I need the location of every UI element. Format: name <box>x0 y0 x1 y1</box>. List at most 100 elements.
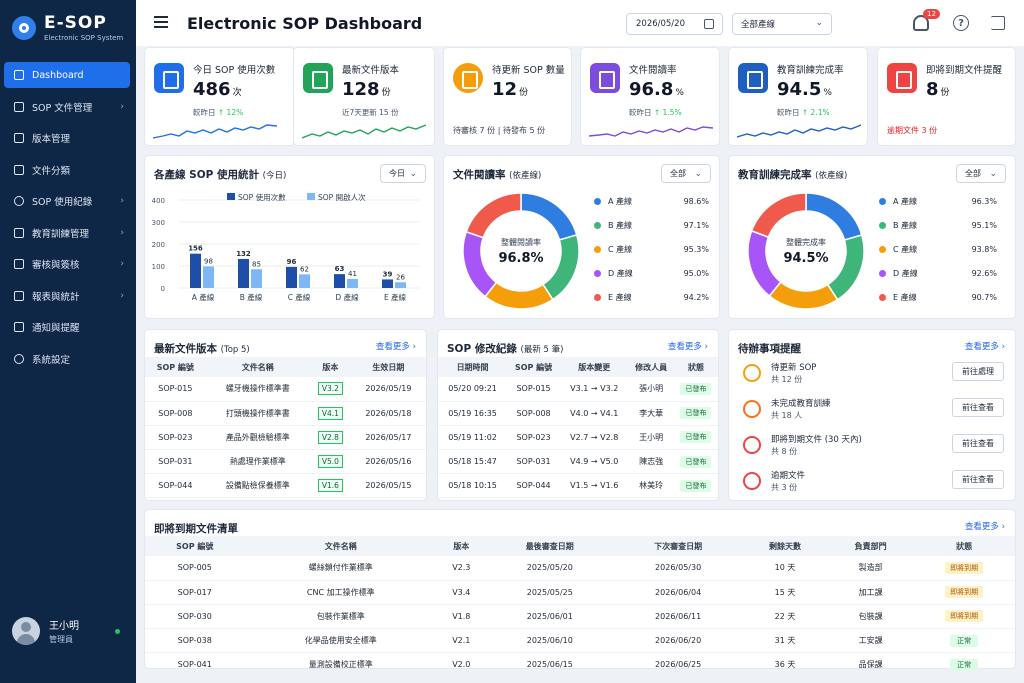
cell-text: SOP-031 <box>516 457 551 467</box>
cell-text: 2026/06/04 <box>655 587 702 597</box>
table-row[interactable]: 05/20 09:21 SOP-015 V3.1 → V3.2 張小明 已發布 <box>438 377 718 402</box>
todo-action-button[interactable]: 前往查看 <box>952 434 1004 453</box>
date-picker[interactable]: 2026/05/20 <box>626 13 723 35</box>
legend-swatch <box>307 193 315 200</box>
table-cell: 2026/05/15 <box>350 473 426 499</box>
donut-slice <box>520 192 578 241</box>
table-cell: SOP-044 <box>507 473 560 499</box>
status-badge: 即將到期 <box>945 586 984 599</box>
cell-text: 10 天 <box>774 563 796 573</box>
kpi-number: 94.5 <box>777 79 822 100</box>
table-cell: 2026/05/16 <box>350 449 426 475</box>
logout-icon[interactable] <box>991 16 1005 30</box>
table-row[interactable]: SOP-005 螺絲鎖付作業標準 V2.3 2025/05/20 2026/05/30 1… <box>145 556 1015 581</box>
kpi-note: 待審核 7 份 | 待發布 5 份 <box>453 126 546 135</box>
table-row[interactable]: SOP-030 包裝作業標準 V1.8 2025/06/01 2026/06/11 22 … <box>145 604 1015 630</box>
table-row[interactable]: SOP-038 化學品使用安全標準 V2.1 2025/06/10 2026/06/20… <box>145 628 1015 654</box>
table-cell: 05/18 10:15 <box>438 473 508 499</box>
table-cell: 李大華 <box>628 401 674 426</box>
sidebar-item-usage-log[interactable]: SOP 使用紀錄 › <box>4 188 130 214</box>
chevron-right-icon: › <box>120 290 124 301</box>
table-row[interactable]: 05/18 15:47 SOP-031 V4.9 → V5.0 陳志強 已發布 <box>438 449 718 475</box>
notification-badge: 12 <box>923 9 940 19</box>
menu-icon[interactable] <box>154 16 168 28</box>
legend-dot <box>594 246 601 253</box>
legend-label: E 產線 <box>893 293 917 302</box>
version-badge: V2.8 <box>317 430 343 444</box>
todo-count: 共 8 份 <box>771 447 798 456</box>
table-row[interactable]: SOP-023 產品外觀檢驗標準 V2.8 2026/05/17 <box>145 425 426 451</box>
user-profile[interactable]: 王小明 管理員 <box>12 617 124 645</box>
todo-count: 共 3 份 <box>771 483 798 492</box>
todo-action-button[interactable]: 前往處理 <box>952 362 1004 381</box>
kpi-number: 12 <box>492 79 518 100</box>
kpi-trend: ↑ 1.5% <box>653 108 682 117</box>
cell-text: 2026/05/17 <box>365 432 412 442</box>
read-rate-select[interactable]: 全部 ⌄ <box>661 164 711 183</box>
expiring-more-link[interactable]: 查看更多 › <box>965 520 1005 532</box>
table-cell: SOP-038 <box>145 628 245 654</box>
legend-item: E 產線 94.2% <box>594 292 709 303</box>
kpi-title: 今日 SOP 使用次數 <box>193 65 276 76</box>
sidebar-item-notifications[interactable]: 通知與提醒 <box>4 314 130 340</box>
table-cell: SOP-017 <box>145 580 245 605</box>
sidebar-item-category[interactable]: 文件分類 <box>4 157 130 183</box>
sidebar-item-reports[interactable]: 報表與統計 › <box>4 283 130 309</box>
cell-text: 2026/05/30 <box>655 563 702 573</box>
chevron-right-icon: › <box>120 196 124 206</box>
expiring-table: SOP 編號 文件名稱 版本 最後審查日期 下次審查日期 剩餘天數 負責部門 狀態 SOP-00… <box>145 536 1015 678</box>
legend-swatch <box>227 193 235 200</box>
y-tick-label: 200 <box>152 241 165 249</box>
cell-text: SOP-008 <box>158 408 193 418</box>
legend-value: 94.2% <box>683 293 709 302</box>
legend-value: 95.0% <box>683 269 709 278</box>
latest-versions-more-link[interactable]: 查看更多 › <box>376 340 416 352</box>
usage-range-select[interactable]: 今日 ⌄ <box>380 164 426 183</box>
sidebar-item-label: Dashboard <box>32 69 84 81</box>
sidebar-item-label: SOP 文件管理 <box>32 102 93 114</box>
legend-label: B 產線 <box>608 221 633 230</box>
help-icon[interactable]: ? <box>953 15 969 31</box>
table-row[interactable]: SOP-017 CNC 加工操作標準 V3.4 2025/05/25 2026/06/0… <box>145 580 1015 605</box>
sidebar-item-version[interactable]: 版本管理 <box>4 125 130 151</box>
table-cell: 陳志強 <box>628 449 674 475</box>
kpi-sub-label: 較昨日 <box>629 108 652 117</box>
kpi-title: 待更新 SOP 數量 <box>492 65 565 76</box>
cell-text: 05/20 09:21 <box>448 384 497 394</box>
table-row[interactable]: SOP-015 螺牙機操作標準書 V3.2 2026/05/19 <box>145 377 426 402</box>
top-bar: Electronic SOP Dashboard 2026/05/20 全部產線… <box>136 0 1024 46</box>
table-row[interactable]: 05/18 10:15 SOP-044 V1.5 → V1.6 林美玲 已發布 <box>438 473 718 499</box>
table-cell: V1.5 → V1.6 <box>560 473 629 499</box>
checklist-icon <box>14 259 24 269</box>
table-row[interactable]: SOP-041 量測設備校正標準 V2.0 2025/06/15 2026/06/25 3… <box>145 652 1015 678</box>
status-badge: 即將到期 <box>945 610 984 623</box>
cell-text: 螺牙機操作標準書 <box>225 384 290 394</box>
table-row[interactable]: SOP-044 設備點檢保養標準 V1.6 2026/05/15 <box>145 473 426 499</box>
todo-action-button[interactable]: 前往查看 <box>952 470 1004 489</box>
table-cell: 22 天 <box>742 604 828 630</box>
sidebar-item-training[interactable]: 教育訓練管理 › <box>4 220 130 246</box>
table-cell: 打頭機操作標準書 <box>205 401 310 426</box>
sidebar-item-sop-documents[interactable]: SOP 文件管理 › <box>4 94 130 120</box>
sidebar-item-dashboard[interactable]: Dashboard <box>4 62 130 88</box>
todos-more-link[interactable]: 查看更多 › <box>965 340 1005 352</box>
cell-text: 2026/06/20 <box>655 636 702 646</box>
kpi-sub: 近7天更新 15 份 <box>342 108 399 117</box>
sidebar-item-settings[interactable]: 系統設定 <box>4 346 130 372</box>
changes-title: SOP 修改紀錄 (最新 5 筆) <box>447 341 563 356</box>
table-row[interactable]: SOP-008 打頭機操作標準書 V4.1 2026/05/18 <box>145 401 426 426</box>
table-cell: SOP-041 <box>145 652 245 678</box>
todo-title: 即將到期文件 (30 天內) <box>771 435 862 445</box>
legend-dot <box>594 222 601 229</box>
chevron-down-icon: ⌄ <box>989 169 997 179</box>
todo-action-button[interactable]: 前往查看 <box>952 398 1004 417</box>
table-row[interactable]: 05/19 16:35 SOP-008 V4.0 → V4.1 李大華 已發布 <box>438 401 718 426</box>
bar <box>347 278 358 288</box>
status-badge: 已發布 <box>680 479 712 492</box>
line-select[interactable]: 全部產線 ⌄ <box>732 13 832 35</box>
training-rate-select[interactable]: 全部 ⌄ <box>956 164 1006 183</box>
table-row[interactable]: SOP-031 熱處理作業標準 V5.0 2026/05/16 <box>145 449 426 475</box>
table-row[interactable]: 05/19 11:02 SOP-023 V2.7 → V2.8 王小明 已發布 <box>438 425 718 451</box>
sidebar-item-review[interactable]: 審核與簽核 › <box>4 251 130 277</box>
changes-more-link[interactable]: 查看更多 › <box>668 340 708 352</box>
